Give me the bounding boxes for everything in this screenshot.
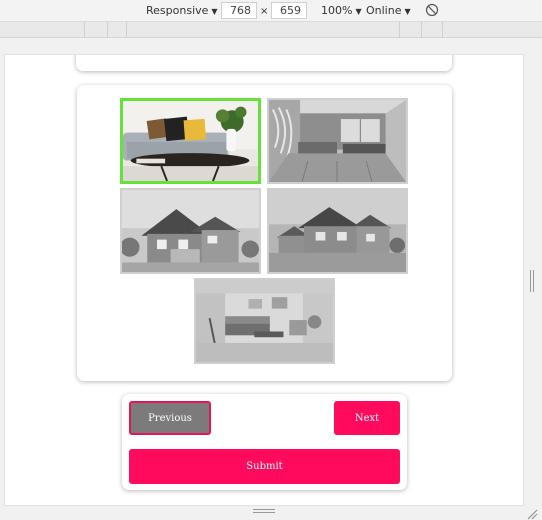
gallery-image-house-front[interactable] xyxy=(120,188,261,274)
device-label: Responsive xyxy=(146,4,209,17)
gallery-image-living-room-grayscale[interactable] xyxy=(267,98,408,184)
height-input[interactable]: 659 xyxy=(271,2,307,19)
gallery-image-house-side[interactable] xyxy=(267,188,408,274)
media-query-ruler xyxy=(0,22,542,38)
resize-handle-bottom[interactable] xyxy=(253,509,275,513)
width-input[interactable]: 768 xyxy=(221,2,257,19)
gallery-image-living-room[interactable] xyxy=(120,98,261,184)
devtools-toolbar: Responsive ▼ 768 × 659 100% ▼ Online ▼ xyxy=(0,0,542,22)
zoom-label: 100% xyxy=(321,4,353,17)
resize-handle-right[interactable] xyxy=(530,270,534,292)
network-label: Online xyxy=(366,4,402,17)
device-select[interactable]: Responsive ▼ xyxy=(146,4,218,18)
gallery-image-lounge[interactable] xyxy=(194,278,335,364)
image-gallery-card xyxy=(77,85,452,381)
submit-button[interactable]: Submit xyxy=(129,449,400,484)
caret-down-icon: ▼ xyxy=(211,7,218,16)
navigation-card: Previous Next Submit xyxy=(122,394,407,490)
previous-card xyxy=(76,55,452,71)
zoom-select[interactable]: 100% ▼ xyxy=(321,4,362,18)
previous-button[interactable]: Previous xyxy=(129,401,211,435)
page-viewport: Previous Next Submit xyxy=(4,54,524,506)
dimension-separator: × xyxy=(260,6,269,17)
rotate-icon[interactable] xyxy=(425,3,439,17)
resize-corner-icon[interactable] xyxy=(526,505,538,520)
caret-down-icon: ▼ xyxy=(355,7,362,16)
caret-down-icon: ▼ xyxy=(404,7,411,16)
network-select[interactable]: Online ▼ xyxy=(366,4,411,18)
next-button[interactable]: Next xyxy=(334,401,400,435)
